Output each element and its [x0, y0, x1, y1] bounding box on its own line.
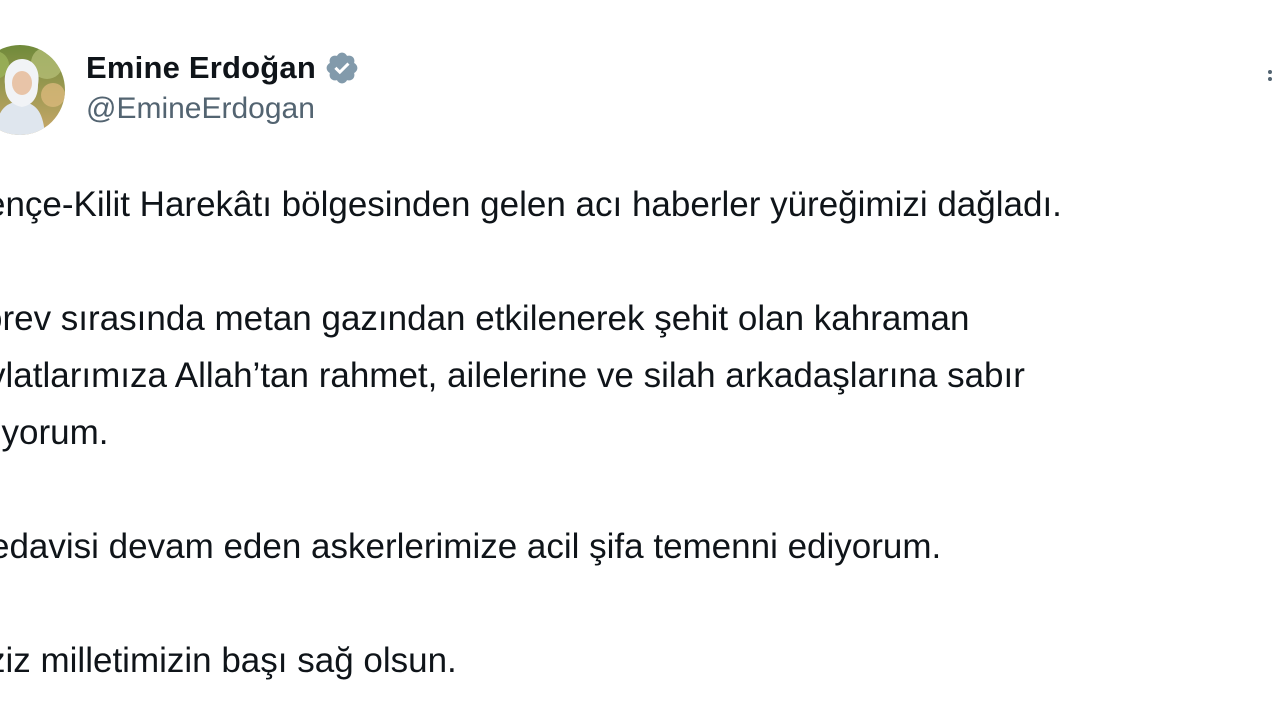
tweet-text: ençe-Kilit Harekâtı bölgesinden gelen ac… [0, 0, 1280, 720]
tweet-line: liyorum. [0, 413, 109, 452]
tweet-line: ençe-Kilit Harekâtı bölgesinden gelen ac… [0, 185, 1062, 224]
tweet-line: vlatlarımıza Allah’tan rahmet, ailelerin… [0, 356, 1025, 395]
tweet-line: edavisi devam eden askerlerimize acil şi… [0, 527, 942, 566]
tweet-line: ziz milletimizin başı sağ olsun. [0, 641, 457, 680]
tweet-line: örev sırasında metan gazından etkilenere… [0, 299, 970, 338]
